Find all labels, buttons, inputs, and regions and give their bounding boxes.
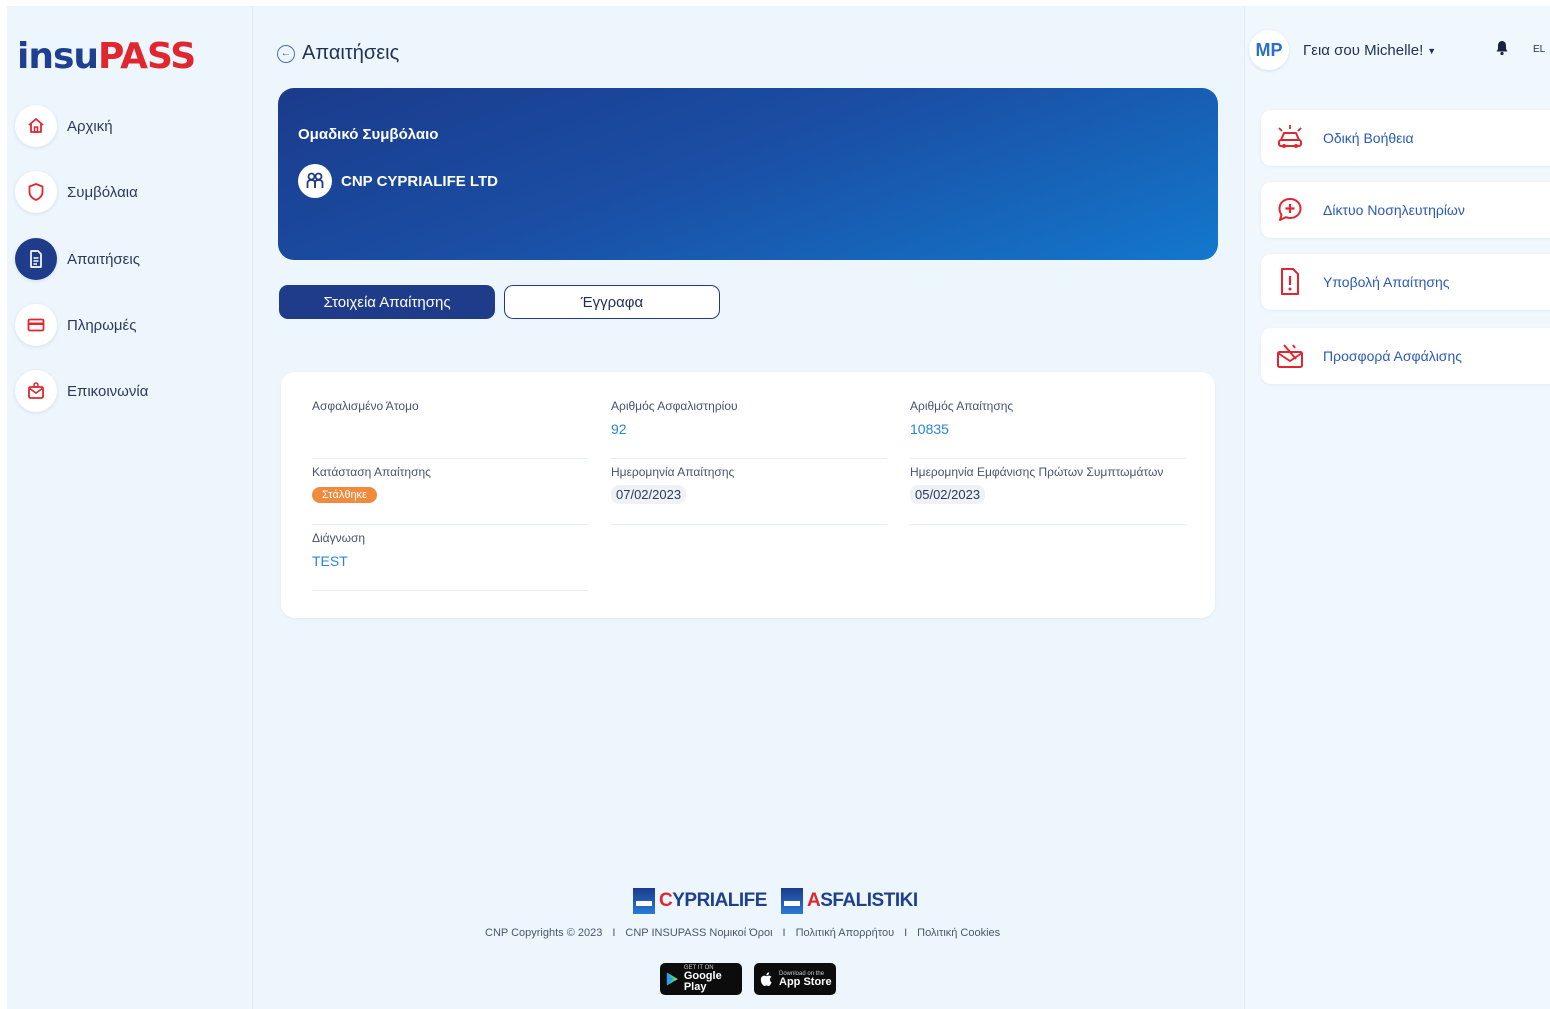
sidebar-item-label: Απαιτήσεις	[67, 250, 140, 268]
asfalistiki-logo: ASFALISTIKI	[780, 888, 918, 914]
banner-company: CNP CYPRIALIFE LTD	[298, 164, 498, 198]
sidebar-item-label: Αρχική	[67, 117, 113, 135]
home-icon	[15, 105, 57, 147]
claim-date-label: Ημερομηνία Απαίτησης	[611, 465, 735, 479]
cyprialife-logo: CYPRIALIFE	[633, 888, 767, 914]
hospital-network-button[interactable]: Δίκτυο Νοσηλευτηρίων	[1261, 182, 1550, 238]
asfalistiki-initial: A	[806, 890, 821, 911]
policy-number-label: Αριθμός Ασφαλιστηρίου	[611, 399, 738, 413]
insured-person-label: Ασφαλισμένο Άτομο	[312, 399, 419, 413]
sidebar: insuPASS Αρχική Συμβόλαια Απαιτήσεις Πλη	[7, 6, 253, 1009]
cnp-mark-icon	[780, 888, 803, 914]
logo-text-insu: insu	[17, 36, 99, 77]
asfalistiki-rest: SFALISTIKI	[820, 890, 918, 911]
claim-date-value: 07/02/2023	[611, 485, 687, 504]
insured-person-field: Ασφαλισμένο Άτομο	[312, 399, 588, 459]
sidebar-item-label: Συμβόλαια	[67, 183, 138, 201]
insurance-offer-button[interactable]: Προσφορά Ασφάλισης	[1261, 328, 1550, 384]
sidebar-item-label: Επικοινωνία	[67, 382, 149, 400]
card-icon	[15, 304, 57, 346]
app-logo[interactable]: insuPASS	[17, 36, 196, 77]
footer-links: CNP Copyrights © 2023 I CNP INSUPASS Νομ…	[485, 927, 1005, 939]
roadside-car-icon	[1273, 121, 1307, 155]
claim-status-label: Κατάσταση Απαίτησης	[312, 465, 431, 479]
claim-status-field: Κατάσταση Απαίτησης Στάλθηκε	[312, 465, 588, 525]
bell-icon[interactable]	[1495, 40, 1509, 56]
diagnosis-value: TEST	[312, 553, 348, 569]
action-label: Υποβολή Απαίτησης	[1323, 274, 1450, 290]
group-people-icon	[298, 164, 332, 198]
footer-separator: I	[904, 927, 908, 939]
submit-claim-button[interactable]: Υποβολή Απαίτησης	[1261, 254, 1550, 310]
diagnosis-field: Διάγνωση TEST	[312, 531, 588, 591]
tab-claim-details[interactable]: Στοιχεία Απαίτησης	[279, 285, 495, 319]
symptoms-date-field: Ημερομηνία Εμφάνισης Πρώτων Συμπτωμάτων …	[910, 465, 1186, 525]
google-play-button[interactable]: GET IT ON Google Play	[660, 963, 742, 995]
apple-icon	[760, 972, 772, 986]
avatar[interactable]: MP	[1249, 30, 1289, 70]
logo-text-pass: PASS	[98, 36, 196, 77]
app-store-text: App Store	[779, 975, 832, 988]
footer-separator: I	[612, 927, 616, 939]
submit-claim-icon	[1273, 265, 1307, 299]
page-header: ← Απαιτήσεις	[277, 42, 399, 65]
sidebar-item-label: Πληρωμές	[67, 316, 137, 334]
action-label: Δίκτυο Νοσηλευτηρίων	[1323, 202, 1465, 218]
policy-banner: Ομαδικό Συμβόλαιο CNP CYPRIALIFE LTD	[278, 88, 1218, 260]
cnp-mark-icon	[633, 888, 655, 914]
insurance-offer-icon	[1273, 339, 1307, 373]
footer-brand-logos: CYPRIALIFE ASFALISTIKI	[633, 888, 932, 914]
document-icon	[15, 238, 57, 280]
app-store-button[interactable]: Download on the App Store	[754, 963, 836, 995]
google-play-text: Google Play	[683, 970, 722, 993]
company-name: CNP CYPRIALIFE LTD	[341, 172, 498, 190]
status-badge: Στάλθηκε	[312, 487, 377, 503]
claim-number-label: Αριθμός Απαίτησης	[910, 399, 1014, 413]
diagnosis-label: Διάγνωση	[312, 531, 366, 545]
roadside-assistance-button[interactable]: Οδική Βοήθεια	[1261, 110, 1550, 166]
action-label: Οδική Βοήθεια	[1323, 130, 1414, 146]
back-arrow-icon[interactable]: ←	[277, 44, 295, 63]
copyright-text: CNP Copyrights © 2023	[485, 927, 603, 939]
hospital-network-icon	[1273, 193, 1307, 227]
right-panel: MP Γεια σου Michelle! ▼ EL Οδική Βοήθεια…	[1244, 6, 1550, 1009]
claim-number-value: 10835	[910, 421, 949, 437]
claim-details-card: Ασφαλισμένο Άτομο Αριθμός Ασφαλιστηρίου …	[281, 372, 1215, 618]
user-menu[interactable]: Γεια σου Michelle! ▼	[1303, 42, 1436, 59]
cyprialife-initial: C	[659, 890, 673, 911]
sidebar-item-home[interactable]: Αρχική	[15, 104, 235, 148]
footer-separator: I	[782, 927, 786, 939]
sidebar-item-contact[interactable]: Επικοινωνία	[15, 369, 235, 413]
cookies-link[interactable]: Πολιτική Cookies	[917, 927, 1000, 939]
cyprialife-rest: YPRIALIFE	[672, 890, 767, 911]
chevron-down-icon: ▼	[1427, 45, 1437, 56]
app-frame: insuPASS Αρχική Συμβόλαια Απαιτήσεις Πλη	[7, 6, 1550, 1009]
shield-icon	[15, 171, 57, 213]
user-topbar: MP Γεια σου Michelle! ▼ EL	[1245, 30, 1550, 76]
sidebar-item-payments[interactable]: Πληρωμές	[15, 303, 235, 347]
banner-label: Ομαδικό Συμβόλαιο	[298, 126, 439, 143]
page-title: Απαιτήσεις	[302, 42, 400, 64]
tab-documents[interactable]: Έγγραφα	[504, 285, 720, 319]
contact-icon	[15, 370, 57, 412]
app-store-badges: GET IT ON Google Play Download on the Ap…	[660, 963, 848, 995]
claim-date-field: Ημερομηνία Απαίτησης 07/02/2023	[611, 465, 887, 525]
policy-number-field: Αριθμός Ασφαλιστηρίου 92	[611, 399, 887, 459]
sidebar-item-claims[interactable]: Απαιτήσεις	[15, 237, 235, 281]
action-label: Προσφορά Ασφάλισης	[1323, 348, 1462, 364]
greeting-text: Γεια σου Michelle!	[1303, 42, 1424, 59]
language-selector[interactable]: EL	[1533, 44, 1545, 55]
google-play-icon	[666, 972, 678, 986]
claim-number-field: Αριθμός Απαίτησης 10835	[910, 399, 1186, 459]
privacy-link[interactable]: Πολιτική Απορρήτου	[796, 927, 895, 939]
main-content: ← Απαιτήσεις Ομαδικό Συμβόλαιο CNP CYPRI…	[253, 6, 1244, 1009]
sidebar-item-policies[interactable]: Συμβόλαια	[15, 170, 235, 214]
symptoms-date-value: 05/02/2023	[910, 485, 986, 504]
policy-number-value: 92	[611, 421, 627, 437]
symptoms-date-label: Ημερομηνία Εμφάνισης Πρώτων Συμπτωμάτων	[910, 465, 1164, 479]
terms-link[interactable]: CNP INSUPASS Νομικοί Όροι	[625, 927, 772, 939]
